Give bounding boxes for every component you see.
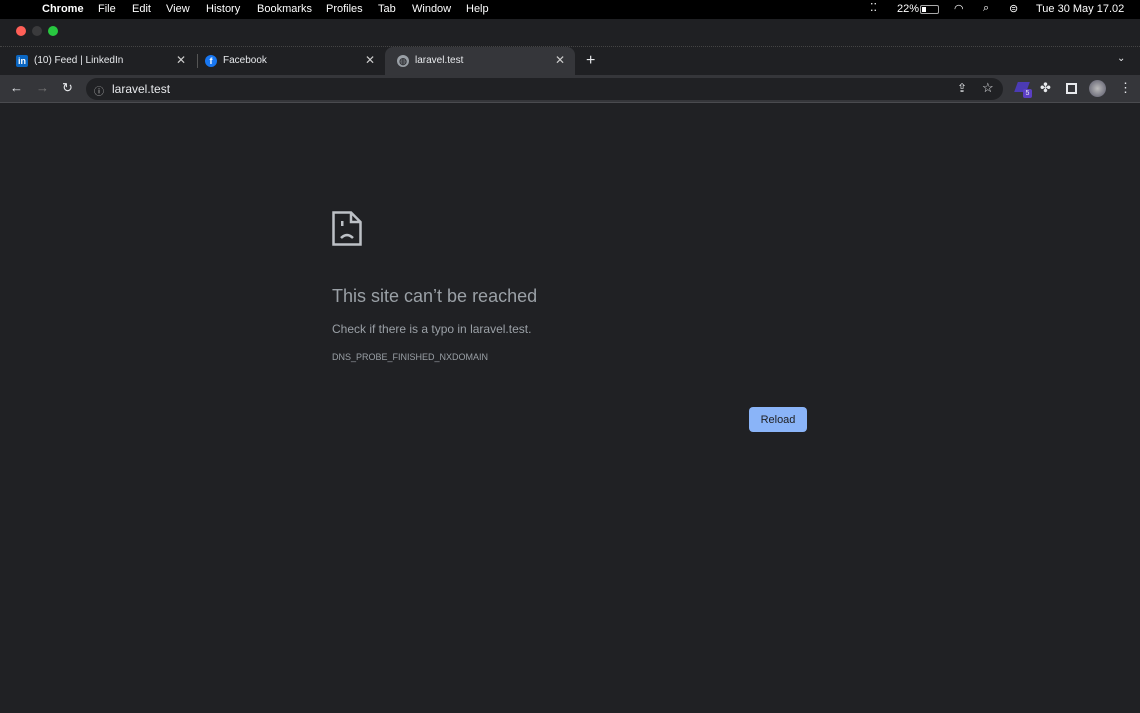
address-bar[interactable]: ⓘ laravel.test ⇪ ☆ bbox=[86, 78, 1003, 100]
macos-menubar: Chrome File Edit View History Bookmarks … bbox=[0, 0, 1140, 19]
zoom-window-button[interactable] bbox=[48, 26, 58, 36]
side-panel-icon[interactable] bbox=[1066, 83, 1077, 94]
url-text[interactable]: laravel.test bbox=[112, 82, 170, 96]
menu-bookmarks[interactable]: Bookmarks bbox=[257, 3, 312, 15]
menu-edit[interactable]: Edit bbox=[132, 3, 151, 15]
control-center-icon[interactable]: ⊜ bbox=[1009, 2, 1018, 15]
error-title: This site can’t be reached bbox=[332, 286, 538, 306]
error-page bbox=[0, 104, 1140, 713]
tab-strip: in (10) Feed | LinkedIn ✕ f Facebook ✕ ◍… bbox=[0, 47, 1140, 75]
activity-icon[interactable]: ⁚⁚ bbox=[870, 1, 877, 14]
profile-avatar[interactable] bbox=[1089, 80, 1106, 97]
tab-facebook[interactable]: f Facebook ✕ bbox=[193, 47, 385, 75]
new-tab-button[interactable]: + bbox=[586, 52, 595, 70]
menu-view[interactable]: View bbox=[166, 3, 190, 15]
extension-badge: 5 bbox=[1023, 89, 1032, 98]
bookmark-star-icon[interactable]: ☆ bbox=[982, 80, 994, 96]
puzzle-icon[interactable]: ✤ bbox=[1040, 80, 1051, 96]
menu-profiles[interactable]: Profiles bbox=[326, 3, 363, 15]
info-icon[interactable]: ⓘ bbox=[94, 83, 104, 98]
close-tab-icon[interactable]: ✕ bbox=[555, 53, 565, 67]
search-icon[interactable]: ⌕ bbox=[983, 2, 989, 15]
battery-icon[interactable] bbox=[920, 5, 939, 14]
window-titlebar bbox=[0, 19, 1140, 47]
menu-app-name[interactable]: Chrome bbox=[42, 3, 84, 15]
globe-icon: ◍ bbox=[397, 55, 409, 67]
linkedin-icon: in bbox=[16, 55, 28, 67]
tab-label: (10) Feed | LinkedIn bbox=[34, 55, 124, 66]
wifi-icon[interactable]: ◠ bbox=[954, 2, 964, 15]
tab-label: laravel.test bbox=[415, 55, 464, 66]
error-description: Check if there is a typo in laravel.test… bbox=[332, 322, 532, 336]
clock[interactable]: Tue 30 May 17.02 bbox=[1036, 3, 1124, 15]
menu-tab[interactable]: Tab bbox=[378, 3, 396, 15]
back-button[interactable]: ← bbox=[10, 80, 23, 95]
facebook-icon: f bbox=[205, 55, 217, 67]
browser-toolbar: ← → ↻ ⓘ laravel.test ⇪ ☆ 5 ✤ ⋮ bbox=[0, 75, 1140, 103]
close-window-button[interactable] bbox=[16, 26, 26, 36]
menu-file[interactable]: File bbox=[98, 3, 116, 15]
more-menu-icon[interactable]: ⋮ bbox=[1119, 80, 1132, 96]
tab-laravel-test[interactable]: ◍ laravel.test ✕ bbox=[385, 47, 575, 75]
reload-button[interactable]: Reload bbox=[749, 407, 807, 432]
error-code: DNS_PROBE_FINISHED_NXDOMAIN bbox=[332, 352, 489, 362]
menu-help[interactable]: Help bbox=[466, 3, 489, 15]
sad-document-icon bbox=[332, 211, 362, 246]
tab-search-chevron-icon[interactable]: ⌄ bbox=[1117, 53, 1125, 64]
reload-icon-button[interactable]: ↻ bbox=[62, 80, 73, 96]
close-tab-icon[interactable]: ✕ bbox=[176, 53, 186, 67]
tab-linkedin[interactable]: in (10) Feed | LinkedIn ✕ bbox=[4, 47, 196, 75]
minimize-window-button[interactable] bbox=[32, 26, 42, 36]
tab-label: Facebook bbox=[223, 55, 267, 66]
battery-percent: 22% bbox=[897, 3, 920, 15]
share-icon[interactable]: ⇪ bbox=[957, 81, 967, 95]
close-tab-icon[interactable]: ✕ bbox=[365, 53, 375, 67]
forward-button[interactable]: → bbox=[36, 80, 49, 95]
menu-history[interactable]: History bbox=[206, 3, 240, 15]
menu-window[interactable]: Window bbox=[412, 3, 451, 15]
